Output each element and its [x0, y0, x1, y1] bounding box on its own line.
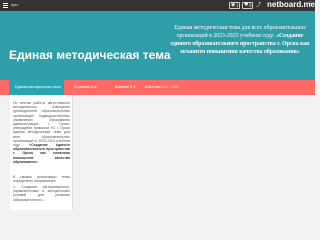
tab-alkhtova[interactable]: Альхтова О.Б.: [145, 85, 169, 89]
more-icon[interactable]: ⋮: [308, 1, 313, 7]
tab-efimova[interactable]: Ефимова Е.А.: [74, 85, 98, 89]
board-canvas[interactable]: [74, 95, 315, 210]
paragraph-text: По итогам работы августовского методичес…: [13, 101, 70, 148]
header-banner: Единая методическая тема Единая методиче…: [0, 11, 315, 80]
tab-gmo[interactable]: ГМО: [171, 85, 179, 89]
views-count: 1: [236, 3, 239, 8]
page-title: Единая методическая тема: [9, 48, 171, 62]
paragraph-bold-text: «Создание единого образовательного прост…: [13, 143, 70, 164]
card-paragraph-2: В рамках реализации темы определены напр…: [13, 175, 70, 184]
topbar-label: ajax: [11, 2, 19, 7]
content-area: По итогам работы августовского методичес…: [0, 95, 315, 210]
share-icon[interactable]: ⤴: [256, 1, 261, 8]
eye-icon: ◉: [231, 2, 236, 8]
header-subtitle: Единая методическая тема для всех образо…: [168, 24, 312, 56]
top-bar: ajax ◉ 1 ♥ 0 ⤴ netboard.me ⋮: [0, 0, 315, 11]
menu-icon[interactable]: [3, 3, 8, 8]
card-paragraph-1: По итогам работы августовского методичес…: [13, 101, 70, 164]
tab-unified-theme[interactable]: Единая методическая тема: [9, 80, 64, 95]
nav-bar: Единая методическая тема Ефимова Е.А. Ба…: [0, 80, 315, 172]
card-paragraph-3: 1. Создание организационно-управленчески…: [13, 185, 70, 202]
tab-bakaeva[interactable]: Бакаева Е.Ф.: [115, 85, 137, 89]
likes-count: 0: [249, 3, 252, 8]
text-card: По итогам работы августовского методичес…: [10, 95, 73, 210]
heart-icon: ♥: [244, 2, 249, 8]
